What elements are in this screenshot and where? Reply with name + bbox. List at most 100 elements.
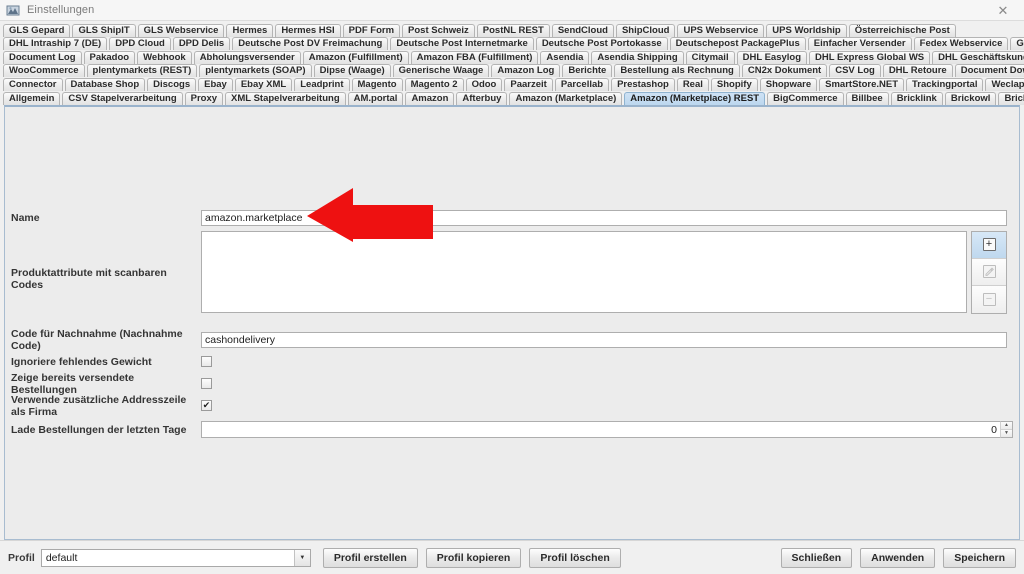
profile-select[interactable]: default ▼ [40,548,311,567]
apply-button[interactable]: Anwenden [860,547,936,568]
stepper-down-button[interactable]: ▼ [1001,429,1012,438]
tab-am-portal[interactable]: AM.portal [347,91,404,105]
tab-parcellab[interactable]: Parcellab [554,77,610,91]
tab-webhook[interactable]: Webhook [137,50,192,64]
copy-profile-button[interactable]: Profil kopieren [425,547,522,568]
tab-pdf-form[interactable]: PDF Form [342,23,401,37]
tab-berichte[interactable]: Berichte [562,64,613,78]
ignore-missing-weight-checkbox[interactable]: ✔ [201,356,212,368]
tab-citymail[interactable]: Citymail [685,50,735,64]
tab-plentymarkets-rest[interactable]: plentymarkets (REST) [86,64,198,78]
tab-dhl-intraship-7-de[interactable]: DHL Intraship 7 (DE) [3,37,108,51]
tab-dpd-delis[interactable]: DPD Delis [172,37,231,51]
tab-magento[interactable]: Magento [351,77,403,91]
tab-trackingportal[interactable]: Trackingportal [906,77,984,91]
chevron-down-icon[interactable]: ▼ [293,549,310,566]
tab-amazon-fba-fulfillment[interactable]: Amazon FBA (Fulfillment) [410,50,539,64]
tab-xml-stapelverarbeitung[interactable]: XML Stapelverarbeitung [225,91,346,105]
tab-csv-log[interactable]: CSV Log [829,64,881,78]
tab-amazon-marketplace-rest[interactable]: Amazon (Marketplace) REST [624,91,766,105]
tab-gel-express[interactable]: GEL Express [1010,37,1024,51]
tab-ebay-xml[interactable]: Ebay XML [234,77,293,91]
tab-amazon-marketplace[interactable]: Amazon (Marketplace) [509,91,623,105]
tab-deutsche-post-internetmarke[interactable]: Deutsche Post Internetmarke [390,37,534,51]
tab-woocommerce[interactable]: WooCommerce [3,64,85,78]
tab-discogs[interactable]: Discogs [147,77,197,91]
tab-document-downloader[interactable]: Document Downloader [954,64,1024,78]
tab-deutschepost-packageplus[interactable]: Deutschepost PackagePlus [669,37,806,51]
close-button[interactable]: Schließen [780,547,853,568]
tab-generische-waage[interactable]: Generische Waage [392,64,490,78]
show-shipped-orders-checkbox[interactable]: ✔ [201,378,212,390]
tab-gls-shipit[interactable]: GLS ShipIT [72,23,136,37]
tab-connector[interactable]: Connector [3,77,63,91]
tab-brickowl[interactable]: Brickowl [944,91,997,105]
tab-afterbuy[interactable]: Afterbuy [456,91,508,105]
add-attribute-button[interactable]: + [972,231,1006,259]
remove-attribute-button[interactable]: − [972,285,1006,313]
tab-gls-gepard[interactable]: GLS Gepard [3,23,71,37]
tab-ups-webservice[interactable]: UPS Webservice [677,23,765,37]
tab-real[interactable]: Real [676,77,709,91]
tab-leadprint[interactable]: Leadprint [294,77,350,91]
tab-dhl-retoure[interactable]: DHL Retoure [882,64,953,78]
tab-amazon-log[interactable]: Amazon Log [491,64,561,78]
tab-ups-worldship[interactable]: UPS Worldship [766,23,847,37]
tab-sendcloud[interactable]: SendCloud [551,23,614,37]
tab-fedex-webservice[interactable]: Fedex Webservice [913,37,1009,51]
stepper-up-button[interactable]: ▲ [1001,422,1012,430]
edit-attribute-button[interactable] [972,258,1006,286]
delete-profile-button[interactable]: Profil löschen [529,547,621,568]
save-button[interactable]: Speichern [943,547,1016,568]
tab-bigcommerce[interactable]: BigCommerce [767,91,844,105]
name-input[interactable] [201,209,1007,226]
tab-shipcloud[interactable]: ShipCloud [615,23,676,37]
tab-odoo[interactable]: Odoo [465,77,503,91]
tab-brickscout[interactable]: Brickscout [998,91,1024,105]
load-orders-days-stepper[interactable]: ▲ ▼ [201,421,1013,439]
tab-weclapp[interactable]: Weclapp [985,77,1024,91]
tab-asendia-shipping[interactable]: Asendia Shipping [591,50,684,64]
tab-dipse-waage[interactable]: Dipse (Waage) [313,64,391,78]
tab-bestellung-als-rechnung[interactable]: Bestellung als Rechnung [614,64,740,78]
tab-allgemein[interactable]: Allgemein [3,91,61,105]
tab-dhl-express-global-ws[interactable]: DHL Express Global WS [809,50,931,64]
load-orders-days-input[interactable] [201,421,1000,439]
close-window-button[interactable]: ✕ [982,0,1024,21]
tab-csv-stapelverarbeitung[interactable]: CSV Stapelverarbeitung [62,91,183,105]
tab-paarzeit[interactable]: Paarzeit [504,77,553,91]
tab-deutsche-post-portokasse[interactable]: Deutsche Post Portokasse [535,37,668,51]
tab-sterreichische-post[interactable]: Österreichische Post [848,23,956,37]
tab-asendia[interactable]: Asendia [540,50,590,64]
tab-deutsche-post-dv-freimachung[interactable]: Deutsche Post DV Freimachung [232,37,389,51]
cod-code-input[interactable] [201,331,1007,348]
tab-plentymarkets-soap[interactable]: plentymarkets (SOAP) [199,64,312,78]
tab-einfacher-versender[interactable]: Einfacher Versender [807,37,912,51]
tab-billbee[interactable]: Billbee [845,91,889,105]
tab-proxy[interactable]: Proxy [184,91,224,105]
tab-hermes[interactable]: Hermes [226,23,274,37]
extra-address-line-checkbox[interactable]: ✔ [201,400,212,412]
tab-dhl-easylog[interactable]: DHL Easylog [736,50,808,64]
tab-postnl-rest[interactable]: PostNL REST [476,23,550,37]
tab-prestashop[interactable]: Prestashop [611,77,675,91]
create-profile-button[interactable]: Profil erstellen [322,547,418,568]
tab-bricklink[interactable]: Bricklink [890,91,943,105]
tab-dhl-gesch-ftskundenversand[interactable]: DHL Geschäftskundenversand [932,50,1024,64]
tab-pakadoo[interactable]: Pakadoo [83,50,136,64]
product-attributes-list[interactable] [201,230,967,313]
tab-amazon-fulfillment[interactable]: Amazon (Fulfillment) [302,50,409,64]
tab-shopware[interactable]: Shopware [759,77,818,91]
tab-shopify[interactable]: Shopify [710,77,758,91]
tab-document-log[interactable]: Document Log [3,50,82,64]
tab-hermes-hsi[interactable]: Hermes HSI [275,23,341,37]
tab-magento-2[interactable]: Magento 2 [404,77,464,91]
tab-database-shop[interactable]: Database Shop [64,77,146,91]
tab-cn2x-dokument[interactable]: CN2x Dokument [741,64,828,78]
tab-dpd-cloud[interactable]: DPD Cloud [109,37,171,51]
tab-ebay[interactable]: Ebay [198,77,233,91]
tab-abholungsversender[interactable]: Abholungsversender [193,50,301,64]
tab-smartstore-net[interactable]: SmartStore.NET [819,77,904,91]
tab-amazon[interactable]: Amazon [405,91,455,105]
tab-gls-webservice[interactable]: GLS Webservice [137,23,225,37]
